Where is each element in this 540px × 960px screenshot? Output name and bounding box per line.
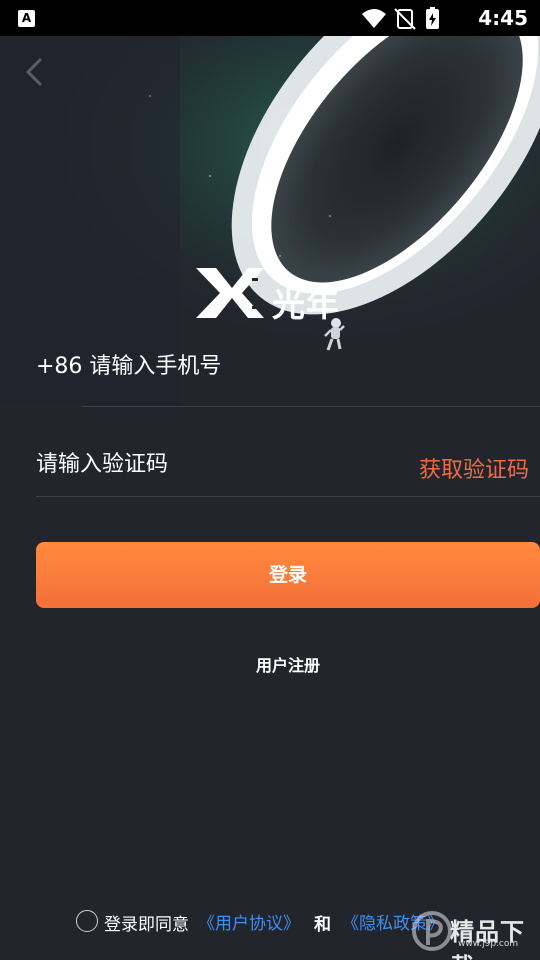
- phone-input-placeholder: +86 请输入手机号: [36, 354, 222, 379]
- status-bar: A 4:45: [0, 0, 540, 36]
- back-button[interactable]: [20, 54, 50, 90]
- status-icons: [362, 7, 439, 30]
- user-agreement-link[interactable]: 《用户协议》: [198, 909, 300, 934]
- register-link[interactable]: 用户注册: [0, 652, 540, 676]
- code-divider: [36, 496, 540, 497]
- get-code-button[interactable]: 获取验证码: [419, 452, 529, 484]
- login-screen: A 4:45 光年 +86 请输入手机号 请输入验证码 获取验证码 登录 用户注…: [0, 0, 540, 960]
- agreement-and: 和: [314, 915, 331, 935]
- watermark-text: 精品下载: [450, 918, 525, 960]
- no-sim-icon: [394, 8, 416, 30]
- phone-divider: [82, 406, 540, 407]
- watermark-url: www.j9p.com: [458, 939, 519, 949]
- chevron-left-icon: [26, 58, 42, 86]
- app-notification-icon: A: [18, 10, 35, 27]
- wifi-icon: [362, 9, 386, 28]
- agreement-prefix: 登录即同意: [104, 915, 189, 935]
- verification-code-input[interactable]: 请输入验证码: [36, 446, 168, 478]
- status-time: 4:45: [478, 6, 528, 30]
- battery-charging-icon: [426, 7, 439, 29]
- login-button[interactable]: 登录: [36, 542, 540, 608]
- agreement-checkbox[interactable]: [76, 910, 98, 932]
